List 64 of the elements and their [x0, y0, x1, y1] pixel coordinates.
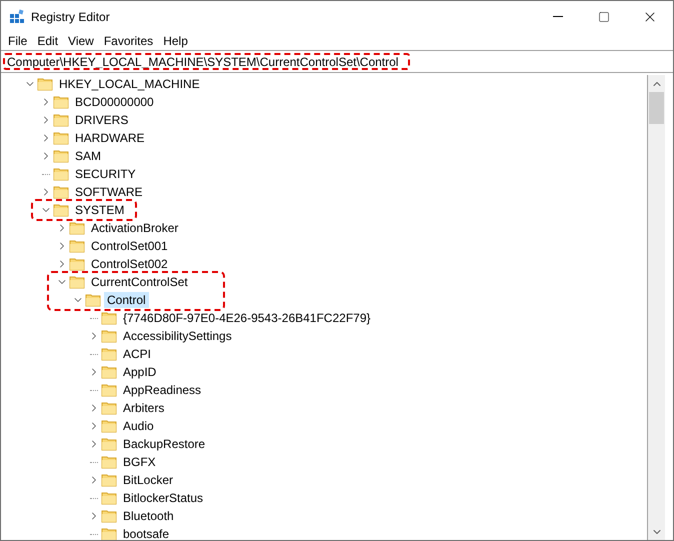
tree-item[interactable]: BackupRestore — [120, 436, 208, 452]
folder-icon — [53, 202, 69, 218]
tree-item[interactable]: Arbiters — [120, 400, 168, 416]
folder-icon — [101, 400, 117, 416]
tree-item[interactable]: ControlSet001 — [88, 238, 171, 254]
folder-icon — [37, 76, 53, 92]
folder-icon — [53, 94, 69, 110]
tree-item[interactable]: BitlockerStatus — [120, 490, 206, 506]
tree-item[interactable]: Bluetooth — [120, 508, 177, 524]
tree-item[interactable]: ControlSet002 — [88, 256, 171, 272]
registry-icon — [9, 8, 25, 24]
folder-icon — [101, 508, 117, 524]
folder-icon — [69, 220, 85, 236]
tree-item[interactable]: Audio — [120, 418, 157, 434]
folder-icon — [85, 292, 101, 308]
tree-item[interactable]: HKEY_LOCAL_MACHINE — [56, 76, 203, 92]
tree-item[interactable]: CurrentControlSet — [88, 274, 191, 290]
tree-item[interactable]: SECURITY — [72, 166, 139, 182]
window-title: Registry Editor — [31, 10, 111, 24]
folder-icon — [53, 148, 69, 164]
tree-item[interactable]: DRIVERS — [72, 112, 132, 128]
tree-item[interactable]: bootsafe — [120, 526, 172, 540]
folder-icon — [53, 184, 69, 200]
minimize-icon — [553, 16, 563, 17]
folder-icon — [101, 382, 117, 398]
folder-icon — [69, 238, 85, 254]
tree-item[interactable]: {7746D80F-97E0-4E26-9543-26B41FC22F79} — [120, 310, 374, 326]
tree-item[interactable]: BGFX — [120, 454, 159, 470]
menu-item[interactable]: View — [63, 34, 99, 48]
tree-item[interactable]: AppID — [120, 364, 160, 380]
folder-icon — [101, 346, 117, 362]
tree-item[interactable]: SYSTEM — [72, 202, 128, 218]
tree-item[interactable]: AppReadiness — [120, 382, 204, 398]
folder-icon — [101, 490, 117, 506]
folder-icon — [53, 112, 69, 128]
tree-item[interactable]: SOFTWARE — [72, 184, 146, 200]
folder-icon — [101, 436, 117, 452]
tree-item[interactable]: ACPI — [120, 346, 154, 362]
maximize-icon — [598, 10, 610, 22]
folder-icon — [101, 526, 117, 540]
folder-icon — [101, 418, 117, 434]
folder-icon — [101, 310, 117, 326]
scroll-thumb[interactable] — [649, 92, 664, 124]
tree-item[interactable]: Control — [104, 292, 149, 308]
tree-item[interactable]: ActivationBroker — [88, 220, 182, 236]
menu-item[interactable]: Edit — [32, 34, 64, 48]
folder-icon — [53, 130, 69, 146]
folder-icon — [53, 166, 69, 182]
folder-icon — [101, 454, 117, 470]
menu-item[interactable]: Help — [158, 34, 193, 48]
scrollbar[interactable] — [648, 75, 665, 540]
menu-item[interactable]: File — [3, 34, 32, 48]
tree-item[interactable]: AccessibilitySettings — [120, 328, 235, 344]
tree-item[interactable]: BitLocker — [120, 472, 176, 488]
tree-item[interactable]: SAM — [72, 148, 104, 164]
address-field[interactable]: Computer\HKEY_LOCAL_MACHINE\SYSTEM\CurrentControlSet\Control — [3, 53, 410, 70]
menu-item[interactable]: Favorites — [98, 34, 158, 48]
tree-item[interactable]: HARDWARE — [72, 130, 148, 146]
folder-icon — [69, 256, 85, 272]
folder-icon — [101, 364, 117, 380]
folder-icon — [69, 274, 85, 290]
folder-icon — [101, 328, 117, 344]
tree-item[interactable]: BCD00000000 — [72, 94, 157, 110]
folder-icon — [101, 472, 117, 488]
